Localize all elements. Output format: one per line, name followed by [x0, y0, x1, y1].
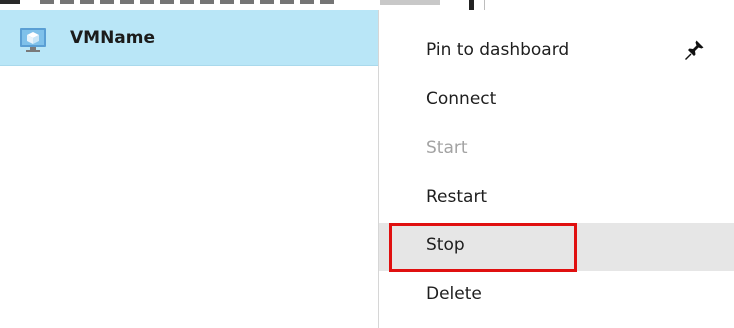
- divider: [484, 0, 485, 10]
- vm-name: VMName: [70, 28, 156, 48]
- cropped-text-fragment: [469, 0, 474, 10]
- menu-item-delete[interactable]: Delete: [379, 272, 734, 320]
- cropped-header-fragment: [0, 0, 734, 10]
- vm-list-row[interactable]: VMName: [0, 10, 378, 66]
- cropped-text-fragment: [40, 0, 340, 4]
- menu-item-pin-to-dashboard[interactable]: Pin to dashboard: [379, 28, 734, 76]
- menu-item-label: Start: [426, 138, 468, 158]
- menu-item-label: Delete: [426, 284, 482, 304]
- menu-item-label: Restart: [426, 187, 488, 207]
- virtual-machine-icon: [20, 28, 46, 52]
- menu-item-connect[interactable]: Connect: [379, 77, 734, 125]
- cropped-text-fragment: [380, 0, 440, 5]
- menu-item-stop[interactable]: Stop: [379, 223, 734, 271]
- pin-icon: [685, 40, 704, 60]
- menu-item-label: Pin to dashboard: [426, 40, 570, 60]
- cropped-text-fragment: [0, 0, 20, 4]
- context-menu: Pin to dashboard Connect Start Restart S…: [378, 10, 734, 328]
- menu-item-restart[interactable]: Restart: [379, 175, 734, 223]
- menu-item-label: Stop: [426, 235, 465, 255]
- azure-portal-view: VMName Pin to dashboard Connect Start Re…: [0, 0, 734, 328]
- menu-item-label: Connect: [426, 89, 497, 109]
- menu-item-start[interactable]: Start: [379, 126, 734, 174]
